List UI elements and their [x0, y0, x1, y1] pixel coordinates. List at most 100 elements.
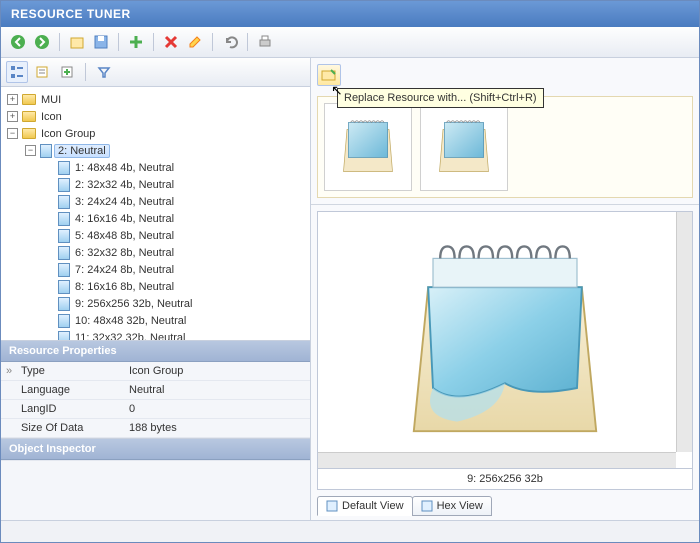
back-button[interactable] [7, 31, 29, 53]
tree-item[interactable]: 7: 24x24 8b, Neutral [5, 261, 306, 278]
resource-icon [58, 161, 70, 175]
export-button[interactable] [56, 61, 78, 83]
resource-icon [58, 195, 70, 209]
tree-toggle [43, 162, 54, 173]
tree-toggle [43, 213, 54, 224]
tree-toggle[interactable]: − [25, 145, 36, 156]
tree-item[interactable]: 3: 24x24 4b, Neutral [5, 193, 306, 210]
property-key: Language [1, 381, 121, 399]
property-row[interactable]: TypeIcon Group [1, 362, 310, 381]
tree-view-button[interactable] [6, 61, 28, 83]
thumbnail[interactable] [324, 103, 412, 191]
tree-item[interactable]: 6: 32x32 8b, Neutral [5, 244, 306, 261]
tree-item[interactable]: + Icon [5, 108, 306, 125]
tree-item[interactable]: 8: 16x16 8b, Neutral [5, 278, 306, 295]
tree-toggle[interactable]: + [7, 111, 18, 122]
tooltip: Replace Resource with... (Shift+Ctrl+R) [337, 88, 544, 108]
resource-icon [58, 263, 70, 277]
view-tab[interactable]: Hex View [412, 496, 492, 516]
list-view-button[interactable] [31, 61, 53, 83]
delete-button[interactable] [160, 31, 182, 53]
app-title: RESOURCE TUNER [11, 7, 131, 21]
tree-toggle[interactable]: − [7, 128, 18, 139]
tree-item[interactable]: + MUI [5, 91, 306, 108]
object-inspector-header: Object Inspector [1, 438, 310, 460]
filter-button[interactable] [93, 61, 115, 83]
print-button[interactable] [254, 31, 276, 53]
folder-icon [22, 94, 36, 105]
tree-toggle[interactable]: + [7, 94, 18, 105]
tab-icon [421, 500, 433, 512]
resource-icon [58, 212, 70, 226]
tree-label: 7: 24x24 8b, Neutral [72, 264, 177, 276]
tree-item[interactable]: 9: 256x256 32b, Neutral [5, 295, 306, 312]
add-button[interactable] [125, 31, 147, 53]
tree-label: 6: 32x32 8b, Neutral [72, 247, 177, 259]
tree-label: 10: 48x48 32b, Neutral [72, 315, 189, 327]
folder-icon [22, 111, 36, 122]
tree-label: 3: 24x24 4b, Neutral [72, 196, 177, 208]
tab-label: Default View [342, 500, 404, 512]
object-inspector-panel [1, 460, 310, 520]
tree-item[interactable]: − 2: Neutral [5, 142, 306, 159]
tree-label: Icon [38, 111, 65, 123]
scrollbar-vertical[interactable] [676, 212, 692, 452]
property-row[interactable]: Size Of Data188 bytes [1, 419, 310, 438]
status-bar [1, 520, 699, 542]
tree-label: 2: Neutral [54, 144, 110, 158]
open-button[interactable] [66, 31, 88, 53]
tree-label: Icon Group [38, 128, 98, 140]
separator [153, 33, 154, 51]
view-tabs: Default View Hex View [311, 494, 699, 520]
preview-caption: 9: 256x256 32b [317, 469, 693, 490]
resource-icon [58, 314, 70, 328]
property-row[interactable]: LanguageNeutral [1, 381, 310, 400]
tree-toggle [43, 179, 54, 190]
tree-label: 2: 32x32 4b, Neutral [72, 179, 177, 191]
tree-label: MUI [38, 94, 64, 106]
view-tab[interactable]: Default View [317, 496, 413, 516]
content-area: +MUI+Icon−Icon Group−2: Neutral1: 48x48 … [1, 58, 699, 520]
tree-label: 1: 48x48 4b, Neutral [72, 162, 177, 174]
resource-icon [58, 178, 70, 192]
tree-item[interactable]: 4: 16x16 4b, Neutral [5, 210, 306, 227]
property-value: Neutral [121, 381, 310, 399]
forward-button[interactable] [31, 31, 53, 53]
notepad-icon [375, 220, 635, 460]
property-key: LangID [1, 400, 121, 418]
app-window: RESOURCE TUNER +MUI+Icon−Icon Group−2: N… [0, 0, 700, 543]
thumbnail[interactable] [420, 103, 508, 191]
tab-label: Hex View [437, 500, 483, 512]
separator [247, 33, 248, 51]
tree-toggle [43, 298, 54, 309]
edit-button[interactable] [184, 31, 206, 53]
right-pane: ↖ Replace Resource with... (Shift+Ctrl+R… [311, 58, 699, 520]
tree-toggle [43, 315, 54, 326]
resource-icon [58, 297, 70, 311]
tree-item[interactable]: 1: 48x48 4b, Neutral [5, 159, 306, 176]
tree-toggle [43, 281, 54, 292]
tree-label: 8: 16x16 8b, Neutral [72, 281, 177, 293]
tree-label: 9: 256x256 32b, Neutral [72, 298, 195, 310]
undo-button[interactable] [219, 31, 241, 53]
tree-item[interactable]: 2: 32x32 4b, Neutral [5, 176, 306, 193]
preview-toolbar-area: ↖ Replace Resource with... (Shift+Ctrl+R… [311, 58, 699, 205]
thumbnail-strip [317, 96, 693, 198]
tree-item[interactable]: 10: 48x48 32b, Neutral [5, 312, 306, 329]
resource-tree[interactable]: +MUI+Icon−Icon Group−2: Neutral1: 48x48 … [1, 87, 310, 340]
tree-label: 4: 16x16 4b, Neutral [72, 213, 177, 225]
scrollbar-horizontal[interactable] [318, 452, 676, 468]
title-bar: RESOURCE TUNER [1, 1, 699, 27]
tree-label: 5: 48x48 8b, Neutral [72, 230, 177, 242]
property-row[interactable]: LangID0 [1, 400, 310, 419]
resource-icon [40, 144, 52, 158]
preview-main [317, 211, 693, 469]
left-pane: +MUI+Icon−Icon Group−2: Neutral1: 48x48 … [1, 58, 311, 520]
tree-toggle [43, 230, 54, 241]
save-button[interactable] [90, 31, 112, 53]
tree-item[interactable]: 5: 48x48 8b, Neutral [5, 227, 306, 244]
tree-item[interactable]: − Icon Group [5, 125, 306, 142]
tree-toggle [43, 264, 54, 275]
main-toolbar [1, 27, 699, 58]
tree-item[interactable]: 11: 32x32 32b, Neutral [5, 329, 306, 340]
